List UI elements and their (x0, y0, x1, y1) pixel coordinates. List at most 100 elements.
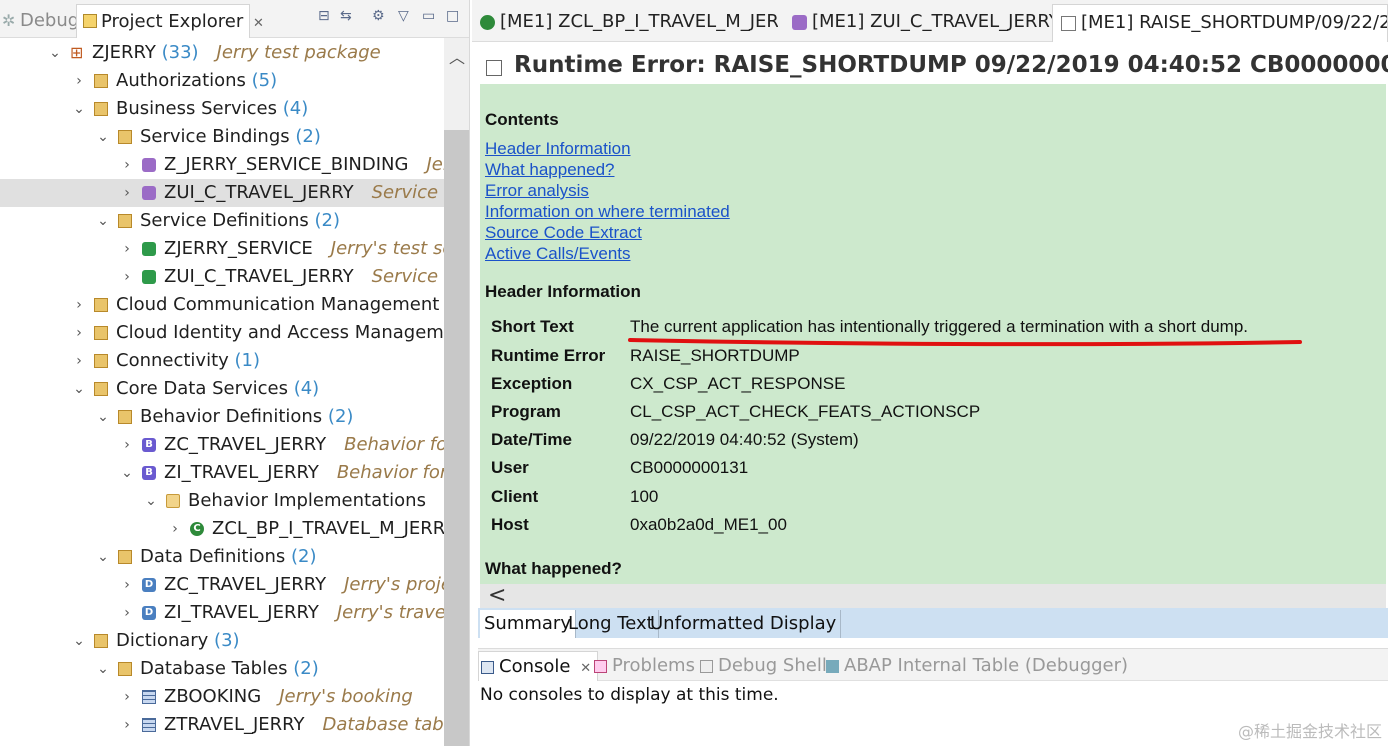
tree-item[interactable]: › D ZC_TRAVEL_JERRY Jerry's projectio (0, 571, 444, 599)
tab-console[interactable]: Console ✕ (478, 651, 599, 681)
tree-item-name: Cloud Communication Management (116, 294, 440, 315)
vertical-scrollbar[interactable]: ︿ (444, 38, 469, 746)
field-value: CX_CSP_ACT_RESPONSE (630, 374, 846, 393)
chevron-down-icon[interactable]: ⌄ (96, 655, 110, 683)
field-value: 09/22/2019 04:40:52 (System) (630, 430, 859, 449)
chevron-right-icon[interactable]: › (120, 599, 134, 627)
tree-item[interactable]: › Cloud Communication Management (7) (0, 291, 444, 319)
scroll-left-arrow-icon[interactable]: < (488, 584, 506, 608)
chevron-down-icon[interactable]: ⌄ (72, 95, 86, 123)
chevron-down-icon[interactable]: ⌄ (96, 207, 110, 235)
tree-item-label: ZI_TRAVEL_JERRY Behavior for ZI_T (164, 459, 444, 487)
service-definition-icon (142, 242, 156, 256)
chevron-right-icon[interactable]: › (120, 711, 134, 739)
data-definition-icon: D (142, 606, 156, 620)
tree-item[interactable]: ⌄ Behavior Implementations (0, 487, 444, 515)
tree-item[interactable]: › Authorizations (5) (0, 67, 444, 95)
editor-tab-service-binding[interactable]: [ME1] ZUI_C_TRAVEL_JERRY (784, 4, 1054, 42)
tree-item-label: ZC_TRAVEL_JERRY Jerry's projectio (164, 571, 444, 599)
tree-item-description: Jerry's booking (261, 686, 413, 707)
tree-item[interactable]: ⌄ B ZI_TRAVEL_JERRY Behavior for ZI_T (0, 459, 444, 487)
tree-item[interactable]: ⌄ Business Services (4) (0, 95, 444, 123)
tree-item-name: Business Services (116, 98, 277, 119)
chevron-right-icon[interactable]: › (72, 67, 86, 95)
tab-summary[interactable]: Summary (480, 610, 576, 638)
maximize-icon[interactable]: □ (446, 8, 459, 24)
tree-item[interactable]: ⌄ Behavior Definitions (2) (0, 403, 444, 431)
scrollbar-thumb[interactable] (444, 130, 469, 746)
tree-item[interactable]: ⌄ Service Definitions (2) (0, 207, 444, 235)
chevron-right-icon[interactable]: › (120, 151, 134, 179)
close-icon[interactable]: ✕ (253, 16, 264, 31)
collapse-all-icon[interactable]: ⊟ (318, 8, 330, 24)
editor-tab-label: [ME1] ZCL_BP_I_TRAVEL_M_JERRY (500, 11, 778, 32)
tab-debug[interactable]: ✲ Debug (0, 4, 79, 38)
chevron-right-icon[interactable]: › (120, 263, 134, 291)
chevron-down-icon[interactable]: ⌄ (120, 459, 134, 487)
link-header-information[interactable]: Header Information (485, 139, 631, 159)
chevron-down-icon[interactable]: ⌄ (96, 543, 110, 571)
tab-project-explorer[interactable]: Project Explorer ✕ (76, 4, 264, 38)
tree-item-label: ZCL_BP_I_TRAVEL_M_JERRY B (212, 515, 444, 543)
tree-item[interactable]: ⌄ Database Tables (2) (0, 655, 444, 683)
tree-item[interactable]: › B ZC_TRAVEL_JERRY Behavior for ZC (0, 431, 444, 459)
link-active-calls[interactable]: Active Calls/Events (485, 244, 631, 264)
link-error-analysis[interactable]: Error analysis (485, 181, 589, 201)
chevron-right-icon[interactable]: › (120, 235, 134, 263)
tree-item[interactable]: › C ZCL_BP_I_TRAVEL_M_JERRY B (0, 515, 444, 543)
chevron-down-icon[interactable]: ⌄ (144, 487, 158, 515)
tab-problems[interactable]: Problems (592, 651, 695, 681)
package-icon (94, 74, 108, 88)
editor-tab-class[interactable]: [ME1] ZCL_BP_I_TRAVEL_M_JERRY (472, 4, 778, 42)
console-icon (481, 661, 494, 674)
tab-long-text[interactable]: Long Text (564, 610, 659, 638)
tree-item-name: ZC_TRAVEL_JERRY (164, 434, 327, 455)
chevron-right-icon[interactable]: › (72, 347, 86, 375)
link-where-terminated[interactable]: Information on where terminated (485, 202, 730, 222)
chevron-right-icon[interactable]: › (72, 319, 86, 347)
link-source-code-extract[interactable]: Source Code Extract (485, 223, 642, 243)
view-menu-icon[interactable]: ▽ (398, 8, 409, 24)
tree-item[interactable]: › Connectivity (1) (0, 347, 444, 375)
scroll-up-arrow-icon[interactable]: ︿ (444, 44, 469, 67)
tree-item[interactable]: › ZTRAVEL_JERRY Database table fo (0, 711, 444, 739)
horizontal-scrollbar[interactable]: < (480, 584, 1386, 608)
tree-item-count: (4) (287, 378, 320, 399)
filter-icon[interactable]: ⚙ (372, 8, 385, 24)
tree-item[interactable]: › ZBOOKING Jerry's booking (0, 683, 444, 711)
chevron-down-icon[interactable]: ⌄ (96, 403, 110, 431)
editor-tab-short-dump[interactable]: [ME1] RAISE_SHORTDUMP/09/22/2019, (1052, 4, 1388, 42)
tree-item[interactable]: › D ZI_TRAVEL_JERRY Jerry's travel CD (0, 599, 444, 627)
tab-unformatted-display[interactable]: Unformatted Display (646, 610, 842, 638)
tab-abap-internal-table[interactable]: ABAP Internal Table (Debugger) (824, 651, 1128, 681)
chevron-right-icon[interactable]: › (168, 515, 182, 543)
tree-item[interactable]: › ZJERRY_SERVICE Jerry's test service (0, 235, 444, 263)
tree-item[interactable]: ⌄ Core Data Services (4) (0, 375, 444, 403)
chevron-down-icon[interactable]: ⌄ (72, 627, 86, 655)
link-with-editor-icon[interactable]: ⇆ (340, 8, 352, 24)
chevron-right-icon[interactable]: › (120, 683, 134, 711)
tab-debug-shell[interactable]: Debug Shell (698, 651, 827, 681)
tree-item[interactable]: ⌄ ⊞ ZJERRY (33) Jerry test package (0, 39, 444, 67)
tree-item-name: Authorizations (116, 70, 246, 91)
chevron-right-icon[interactable]: › (120, 571, 134, 599)
minimize-icon[interactable]: ▭ (422, 8, 435, 24)
tree-item[interactable]: ⌄ Service Bindings (2) (0, 123, 444, 151)
tree-item[interactable]: ⌄ Dictionary (3) (0, 627, 444, 655)
chevron-down-icon[interactable]: ⌄ (48, 39, 62, 67)
chevron-right-icon[interactable]: › (120, 431, 134, 459)
tree-item[interactable]: › ZUI_C_TRAVEL_JERRY Service Bindi (0, 179, 444, 207)
link-what-happened[interactable]: What happened? (485, 160, 615, 180)
close-icon[interactable]: ✕ (580, 661, 591, 676)
chevron-right-icon[interactable]: › (120, 179, 134, 207)
tree-item-label: ZJERRY_SERVICE Jerry's test service (164, 235, 444, 263)
tree-item-label: Authorizations (5) (116, 67, 277, 95)
tree-item[interactable]: ⌄ Data Definitions (2) (0, 543, 444, 571)
tree-item[interactable]: › ZUI_C_TRAVEL_JERRY Service defin (0, 263, 444, 291)
data-definition-icon: D (142, 578, 156, 592)
chevron-right-icon[interactable]: › (72, 291, 86, 319)
chevron-down-icon[interactable]: ⌄ (72, 375, 86, 403)
tree-item[interactable]: › Cloud Identity and Access Management ( (0, 319, 444, 347)
tree-item[interactable]: › Z_JERRY_SERVICE_BINDING Jerry's (0, 151, 444, 179)
chevron-down-icon[interactable]: ⌄ (96, 123, 110, 151)
